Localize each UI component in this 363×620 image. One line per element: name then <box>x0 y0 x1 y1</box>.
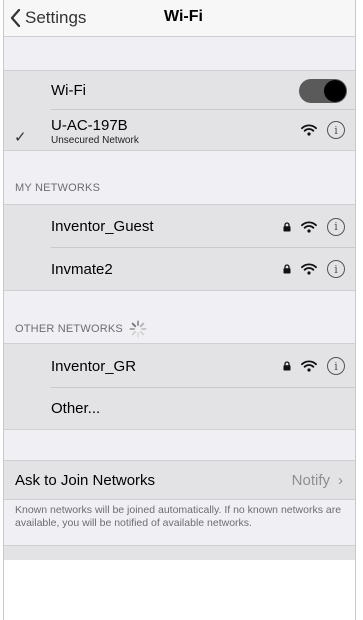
chevron-right-icon: › <box>338 471 343 489</box>
lock-icon <box>283 361 291 371</box>
wifi-icon <box>301 124 317 136</box>
network-row-invmate2[interactable]: Invmate2 i <box>4 248 355 290</box>
wifi-toggle-label: Wi-Fi <box>51 82 86 99</box>
other-networks-header: OTHER NETWORKS <box>15 323 123 335</box>
ask-to-join-row[interactable]: Ask to Join Networks Notify › <box>4 461 355 499</box>
settings-screen: Settings Wi-Fi Wi-Fi ✓ U-AC-197B Unsecur… <box>3 0 356 620</box>
info-icon[interactable]: i <box>327 217 345 236</box>
wifi-toggle-row: Wi-Fi <box>4 71 355 110</box>
ask-to-join-label: Ask to Join Networks <box>15 471 156 489</box>
navigation-bar: Settings Wi-Fi <box>4 0 355 37</box>
my-networks-header: MY NETWORKS <box>15 182 101 194</box>
network-icons: i <box>283 205 345 248</box>
ask-to-join-value-text: Notify <box>291 471 330 489</box>
lock-icon <box>283 264 291 274</box>
wifi-group: Wi-Fi ✓ U-AC-197B Unsecured Network i <box>4 70 355 151</box>
my-networks-group: Inventor_Guest i Invmate2 i <box>4 204 355 291</box>
network-icons: i <box>283 248 345 290</box>
connected-network-row[interactable]: ✓ U-AC-197B Unsecured Network i <box>4 110 355 150</box>
other-network-row[interactable]: Other... <box>4 388 355 429</box>
network-row-inventor-gr[interactable]: Inventor_GR i <box>4 344 355 388</box>
connected-network-name: U-AC-197B <box>51 117 128 134</box>
spinner-icon <box>129 320 147 338</box>
ask-to-join-value: Notify › <box>292 461 343 499</box>
wifi-toggle-switch[interactable] <box>299 79 347 103</box>
network-row-inventor-guest[interactable]: Inventor_Guest i <box>4 205 355 248</box>
wifi-icon <box>301 263 317 275</box>
connected-network-info: U-AC-197B Unsecured Network <box>51 117 139 146</box>
toggle-knob <box>324 80 346 102</box>
info-icon[interactable]: i <box>327 357 345 375</box>
network-icons: i <box>283 344 345 388</box>
network-name: Invmate2 <box>51 260 113 278</box>
other-networks-header-row: OTHER NETWORKS <box>15 320 147 338</box>
connected-network-icons: i <box>301 110 345 150</box>
wifi-icon <box>301 220 317 233</box>
wifi-icon <box>301 360 317 372</box>
other-networks-group: Inventor_GR i Other... <box>4 343 355 430</box>
network-name: Inventor_GR <box>51 357 137 375</box>
bottom-blank-area <box>4 560 355 620</box>
ask-to-join-group: Ask to Join Networks Notify › <box>4 460 355 500</box>
bottom-group <box>4 545 355 561</box>
info-icon[interactable]: i <box>327 121 345 139</box>
info-icon[interactable]: i <box>327 260 345 278</box>
checkmark-icon: ✓ <box>14 129 27 146</box>
lock-icon <box>283 221 291 231</box>
network-name: Inventor_Guest <box>51 218 154 235</box>
other-network-label: Other... <box>51 400 101 417</box>
page-title: Wi-Fi <box>164 8 203 25</box>
ask-to-join-footnote: Known networks will be joined automatica… <box>15 504 342 529</box>
connected-network-subtitle: Unsecured Network <box>51 135 139 146</box>
